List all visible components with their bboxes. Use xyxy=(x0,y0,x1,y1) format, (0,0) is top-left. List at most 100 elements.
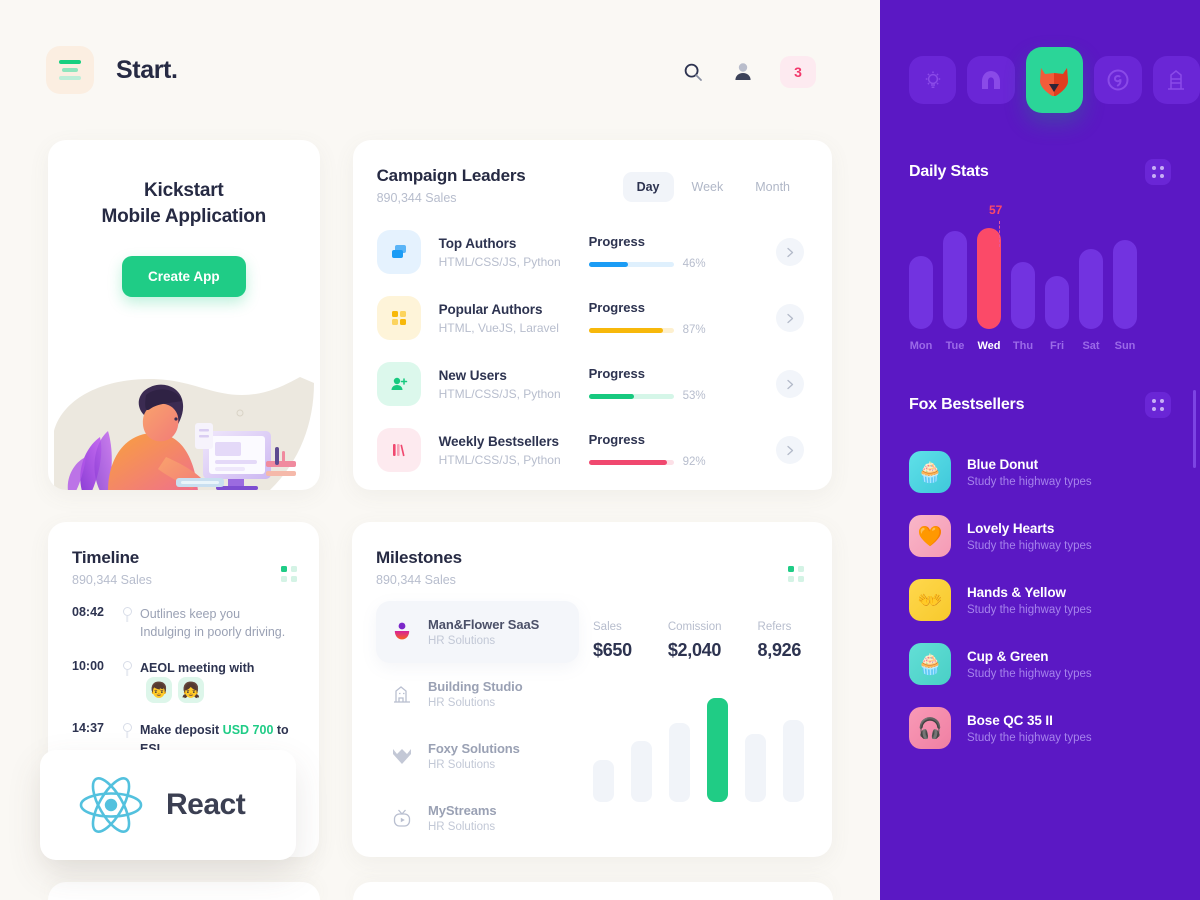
table-row[interactable]: Weekly Bestsellers HTML/CSS/JS, Python P… xyxy=(376,417,804,483)
user-icon[interactable] xyxy=(730,59,756,85)
table-row[interactable]: New Users HTML/CSS/JS, Python Progress 5… xyxy=(376,351,804,417)
avatar: 👧 xyxy=(178,677,204,704)
day-label: Mon xyxy=(909,340,933,352)
bestsellers-title: Fox Bestsellers xyxy=(909,396,1025,413)
brand-name: Start. xyxy=(116,55,178,84)
chevron-right-icon[interactable] xyxy=(776,238,804,266)
daily-stats-header: Daily Stats xyxy=(909,159,1171,185)
list-item[interactable]: Man&Flower SaaS HR Solutions xyxy=(376,601,579,663)
milestone-bar xyxy=(745,734,766,802)
row-meta: HTML/CSS/JS, Python xyxy=(438,254,561,269)
search-icon[interactable] xyxy=(680,59,706,85)
daily-bar xyxy=(1045,275,1069,329)
table-row[interactable]: Popular Authors HTML, VueJS, Laravel Pro… xyxy=(376,285,804,351)
tower-icon[interactable] xyxy=(1152,56,1200,104)
row-progress: Progress 53% xyxy=(588,366,729,402)
row-text: Weekly Bestsellers HTML/CSS/JS, Python xyxy=(439,434,589,467)
lightbulb-icon[interactable] xyxy=(909,56,957,104)
list-item[interactable]: 🧁 Cup & Green Study the highway types xyxy=(909,632,1171,696)
daily-stats-chart: 57 Mon Tue Wed Thu Fri Sat Sun xyxy=(909,203,1171,352)
tab-week[interactable]: Week xyxy=(678,172,738,202)
list-item[interactable]: 🧡 Lovely Hearts Study the highway types xyxy=(909,504,1171,568)
product-sub: Study the highway types xyxy=(967,539,1092,552)
stat-label: Refers xyxy=(757,621,792,633)
drag-grip-icon[interactable] xyxy=(1145,392,1171,418)
list-item[interactable]: 10:00 AEOL meeting with 👦 👧 xyxy=(72,658,297,720)
timeline-amount: USD 700 xyxy=(222,723,274,738)
progress-label: Progress xyxy=(588,366,645,381)
progress-label: Progress xyxy=(588,432,645,447)
list-item[interactable]: Building Studio HR Solutions xyxy=(376,663,579,725)
row-title: Popular Authors xyxy=(438,301,543,317)
stat-value: 8,926 xyxy=(757,640,802,660)
product-name: Cup & Green xyxy=(967,648,1049,664)
top-bar: Start. 3 xyxy=(0,0,880,140)
day-label: Wed xyxy=(977,340,1001,352)
peak-connector-line xyxy=(999,221,1000,247)
row-title: Top Authors xyxy=(438,235,517,251)
notification-badge[interactable]: 3 xyxy=(780,56,816,88)
row-title: Man&Flower SaaS xyxy=(428,617,540,632)
list-item[interactable]: Foxy Solutions HR Solutions xyxy=(376,725,579,787)
list-item-text: Building Studio HR Solutions xyxy=(428,679,523,709)
drag-grip-icon[interactable] xyxy=(1145,159,1171,185)
hamburger-logo-icon[interactable] xyxy=(46,46,94,94)
milestone-bar xyxy=(669,723,690,802)
campaign-list: Top Authors HTML/CSS/JS, Python Progress… xyxy=(376,219,804,483)
timeline-text-before: Make deposit xyxy=(140,723,223,738)
chevron-right-icon[interactable] xyxy=(776,436,804,464)
list-item[interactable]: 08:42 Outlines keep you Indulging in poo… xyxy=(72,604,297,658)
row-text: New Users HTML/CSS/JS, Python xyxy=(439,368,589,401)
campaign-title: Campaign Leaders xyxy=(376,166,526,185)
nine-badge-icon[interactable] xyxy=(1094,56,1142,104)
stats-row: Sales $650 Comission $2,040 Refers 8,926 xyxy=(593,601,804,661)
react-card[interactable]: React xyxy=(40,750,296,860)
daily-bar-column xyxy=(909,256,933,329)
chevron-right-icon[interactable] xyxy=(776,304,804,332)
progress-percent: 46% xyxy=(682,258,706,270)
progress-track xyxy=(588,261,674,267)
stat-comission: Comission $2,040 xyxy=(668,621,722,661)
row-progress: Progress 87% xyxy=(588,300,729,336)
kickstart-title-line2: Mobile Application xyxy=(101,206,267,228)
stat-refers: Refers 8,926 xyxy=(758,621,802,661)
list-item-text: Bose QC 35 II Study the highway types xyxy=(967,713,1092,744)
tab-day[interactable]: Day xyxy=(622,172,674,202)
list-item[interactable]: 🎧 Bose QC 35 II Study the highway types xyxy=(909,696,1171,760)
arch-icon[interactable] xyxy=(967,56,1015,104)
list-item[interactable]: MyStreams HR Solutions xyxy=(376,787,579,849)
product-sub: Study the highway types xyxy=(967,603,1092,616)
row-meta: HTML, VueJS, Laravel xyxy=(438,320,559,335)
milestones-bar-chart xyxy=(593,687,804,802)
list-item-text: MyStreams HR Solutions xyxy=(428,803,497,833)
app-switcher xyxy=(880,0,1200,113)
fox-icon[interactable] xyxy=(1025,47,1084,113)
timeline-text: AEOL meeting with xyxy=(140,661,255,676)
daily-bar xyxy=(1113,240,1137,329)
list-item[interactable]: 🧁 Blue Donut Study the highway types xyxy=(909,440,1171,504)
row-title: MyStreams xyxy=(428,803,497,818)
dot-grid-icon[interactable] xyxy=(788,566,804,582)
milestones-list: Man&Flower SaaS HR Solutions Building St… xyxy=(376,601,579,849)
progress-track xyxy=(588,327,674,333)
tab-month[interactable]: Month xyxy=(741,172,804,202)
daily-bars xyxy=(909,219,1171,329)
daily-bar xyxy=(1079,249,1103,329)
daily-bar xyxy=(909,256,933,329)
daily-stats-title: Daily Stats xyxy=(909,163,989,180)
row-text: Top Authors HTML/CSS/JS, Python xyxy=(439,236,589,269)
milestones-card: Milestones 890,344 Sales Man&Flower SaaS… xyxy=(352,522,832,857)
timeline-text-wrap: AEOL meeting with 👦 👧 xyxy=(140,658,297,704)
product-sub: Study the highway types xyxy=(967,475,1092,488)
list-item-text: Blue Donut Study the highway types xyxy=(967,457,1092,488)
create-app-button[interactable]: Create App xyxy=(122,256,246,298)
list-item[interactable]: 👐 Hands & Yellow Study the highway types xyxy=(909,568,1171,632)
progress-track xyxy=(588,393,674,399)
timeline-header: Timeline 890,344 Sales xyxy=(72,548,297,587)
chevron-right-icon[interactable] xyxy=(776,370,804,398)
list-item-text: Hands & Yellow Study the highway types xyxy=(967,585,1092,616)
campaign-subtitle: 890,344 Sales xyxy=(376,191,457,205)
sidebar-scrollbar[interactable] xyxy=(1193,390,1196,468)
dot-grid-icon[interactable] xyxy=(281,566,297,582)
table-row[interactable]: Top Authors HTML/CSS/JS, Python Progress… xyxy=(376,219,804,285)
